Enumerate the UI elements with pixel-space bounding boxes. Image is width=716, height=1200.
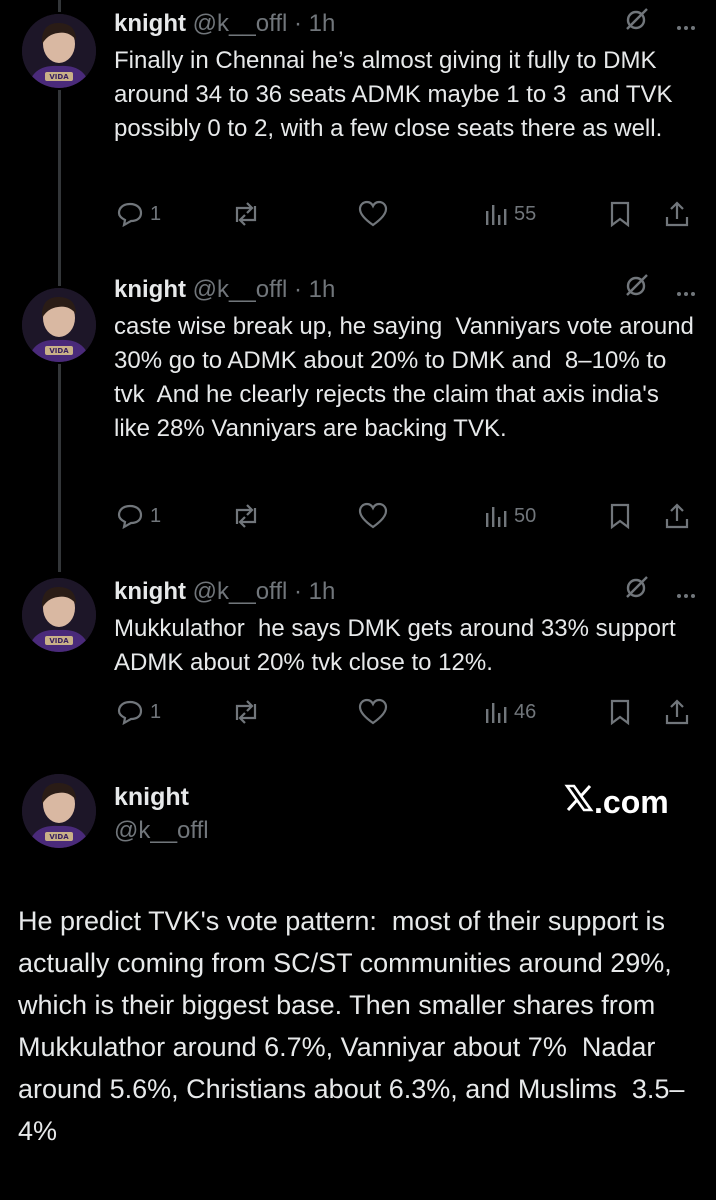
- heart-icon: [358, 502, 388, 530]
- share-button[interactable]: [664, 200, 690, 228]
- user-handle[interactable]: @k__offl: [193, 10, 288, 37]
- tweet-text: Finally in Chennai he’s almost giving it…: [114, 47, 680, 142]
- avatar[interactable]: VIDA: [22, 288, 96, 362]
- separator-dot: ·: [293, 10, 302, 37]
- like-button[interactable]: [358, 502, 388, 530]
- views-count: 50: [514, 504, 537, 527]
- repost-icon: [230, 698, 262, 726]
- svg-text:VIDA: VIDA: [49, 637, 69, 645]
- x-logo-icon: [564, 782, 594, 822]
- more-icon[interactable]: [676, 6, 696, 42]
- repost-button[interactable]: [230, 698, 262, 726]
- grok-icon[interactable]: [624, 574, 650, 611]
- tweet-text: Mukkulathor he says DMK gets around 33% …: [114, 615, 688, 676]
- bookmark-icon: [608, 502, 632, 530]
- tweet-header: knight @k__offl · 1h: [114, 6, 696, 42]
- views-count: 46: [514, 700, 537, 723]
- tweet[interactable]: VIDA knight @k__offl · 1h Finally in Che…: [0, 6, 716, 246]
- bookmark-button[interactable]: [608, 698, 632, 726]
- grok-icon[interactable]: [624, 272, 650, 309]
- timestamp[interactable]: 1h: [309, 578, 336, 605]
- reply-count: 1: [150, 700, 162, 723]
- bookmark-icon: [608, 200, 632, 228]
- display-name[interactable]: knight: [114, 780, 209, 814]
- share-icon: [664, 200, 690, 228]
- like-button[interactable]: [358, 698, 388, 726]
- separator-dot: ·: [293, 276, 302, 303]
- reply-icon: [116, 502, 144, 530]
- reply-button[interactable]: 1: [116, 502, 161, 530]
- bookmark-icon: [608, 698, 632, 726]
- share-icon: [664, 698, 690, 726]
- x-com-watermark: .com: [564, 782, 669, 822]
- display-name[interactable]: knight: [114, 276, 186, 303]
- repost-icon: [230, 502, 262, 530]
- avatar[interactable]: VIDA: [22, 774, 96, 848]
- action-bar: 1 46: [114, 694, 700, 730]
- avatar[interactable]: VIDA: [22, 578, 96, 652]
- grok-icon[interactable]: [624, 6, 650, 43]
- reply-count: 1: [150, 202, 162, 225]
- svg-text:VIDA: VIDA: [49, 73, 69, 81]
- share-button[interactable]: [664, 502, 690, 530]
- tweet-header: knight @k__offl · 1h: [114, 272, 696, 308]
- share-icon: [664, 502, 690, 530]
- views-button[interactable]: 46: [484, 699, 536, 725]
- heart-icon: [358, 200, 388, 228]
- bookmark-button[interactable]: [608, 502, 632, 530]
- reply-icon: [116, 698, 144, 726]
- avatar[interactable]: VIDA: [22, 14, 96, 88]
- timestamp[interactable]: 1h: [309, 276, 336, 303]
- user-handle[interactable]: @k__offl: [193, 276, 288, 303]
- svg-text:VIDA: VIDA: [49, 833, 69, 841]
- display-name[interactable]: knight: [114, 578, 186, 605]
- more-icon[interactable]: [676, 574, 696, 610]
- separator-dot: ·: [293, 578, 302, 605]
- author-block[interactable]: knight @k__offl: [114, 780, 209, 848]
- reply-icon: [116, 200, 144, 228]
- tweet[interactable]: VIDA knight @k__offl · 1h caste wise bre…: [0, 272, 716, 548]
- views-count: 55: [514, 202, 537, 225]
- svg-text:VIDA: VIDA: [49, 347, 69, 355]
- user-handle[interactable]: @k__offl: [193, 578, 288, 605]
- views-button[interactable]: 50: [484, 503, 536, 529]
- views-button[interactable]: 55: [484, 201, 536, 227]
- bookmark-button[interactable]: [608, 200, 632, 228]
- more-icon[interactable]: [676, 272, 696, 308]
- share-button[interactable]: [664, 698, 690, 726]
- tweet-header: knight @k__offl · 1h: [114, 574, 696, 610]
- repost-icon: [230, 200, 262, 228]
- reply-button[interactable]: 1: [116, 200, 161, 228]
- timestamp[interactable]: 1h: [309, 10, 336, 37]
- main-post-text: He predict TVK's vote pattern: most of t…: [18, 906, 685, 1146]
- reply-count: 1: [150, 504, 162, 527]
- views-icon: [484, 201, 508, 227]
- reply-button[interactable]: 1: [116, 698, 161, 726]
- brand-domain: .com: [594, 784, 669, 820]
- views-icon: [484, 503, 508, 529]
- repost-button[interactable]: [230, 502, 262, 530]
- display-name[interactable]: knight: [114, 10, 186, 37]
- action-bar: 1 55: [114, 196, 700, 232]
- heart-icon: [358, 698, 388, 726]
- tweet[interactable]: VIDA knight @k__offl · 1h Mukkulathor he…: [0, 574, 716, 734]
- action-bar: 1 50: [114, 498, 700, 534]
- like-button[interactable]: [358, 200, 388, 228]
- tweet-text: caste wise break up, he saying Vanniyars…: [114, 313, 701, 442]
- views-icon: [484, 699, 508, 725]
- repost-button[interactable]: [230, 200, 262, 228]
- user-handle[interactable]: @k__offl: [114, 814, 209, 848]
